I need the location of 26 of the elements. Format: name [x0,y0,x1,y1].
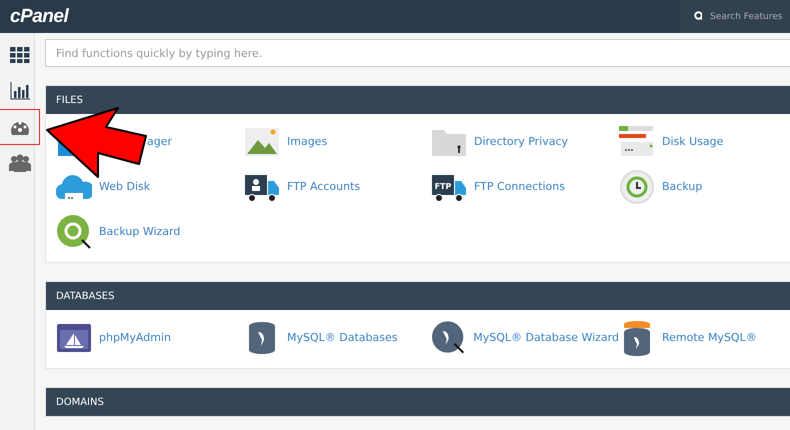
feature-link[interactable]: Backup [662,180,702,193]
feature-link[interactable]: ager [147,135,172,148]
database-search-icon [431,320,466,356]
search-features-field[interactable]: Search Features [710,12,790,22]
feature-link[interactable]: Images [287,135,328,148]
feature-link[interactable]: MySQL® Databases [287,331,398,344]
section-header[interactable]: DATABASES [46,282,790,310]
section-header[interactable]: DOMAINS [46,388,790,416]
logo[interactable]: cPanel [10,6,68,28]
bar-chart-icon[interactable] [10,82,30,100]
feature-link[interactable]: Web Disk [99,180,150,193]
users-icon[interactable] [8,153,30,173]
search-icon [694,11,702,22]
section-header[interactable]: FILES [46,86,790,114]
feature-link[interactable]: Disk Usage [662,135,724,148]
quick-search-field[interactable]: Find functions quickly by typing here. [45,39,790,67]
clock-icon [619,168,655,204]
feature-link[interactable]: phpMyAdmin [99,331,171,344]
feature-link[interactable]: FTP Accounts [287,180,360,193]
feature-link[interactable]: Remote MySQL® [662,331,757,344]
feature-link[interactable]: Directory Privacy [474,135,568,148]
feature-link[interactable]: MySQL® Database Wizard [473,331,619,344]
backup-wizard-icon [56,214,92,250]
grid-icon[interactable] [10,47,30,63]
feature-link[interactable]: Backup Wizard [99,225,180,238]
feature-link[interactable]: FTP Connections [474,180,565,193]
